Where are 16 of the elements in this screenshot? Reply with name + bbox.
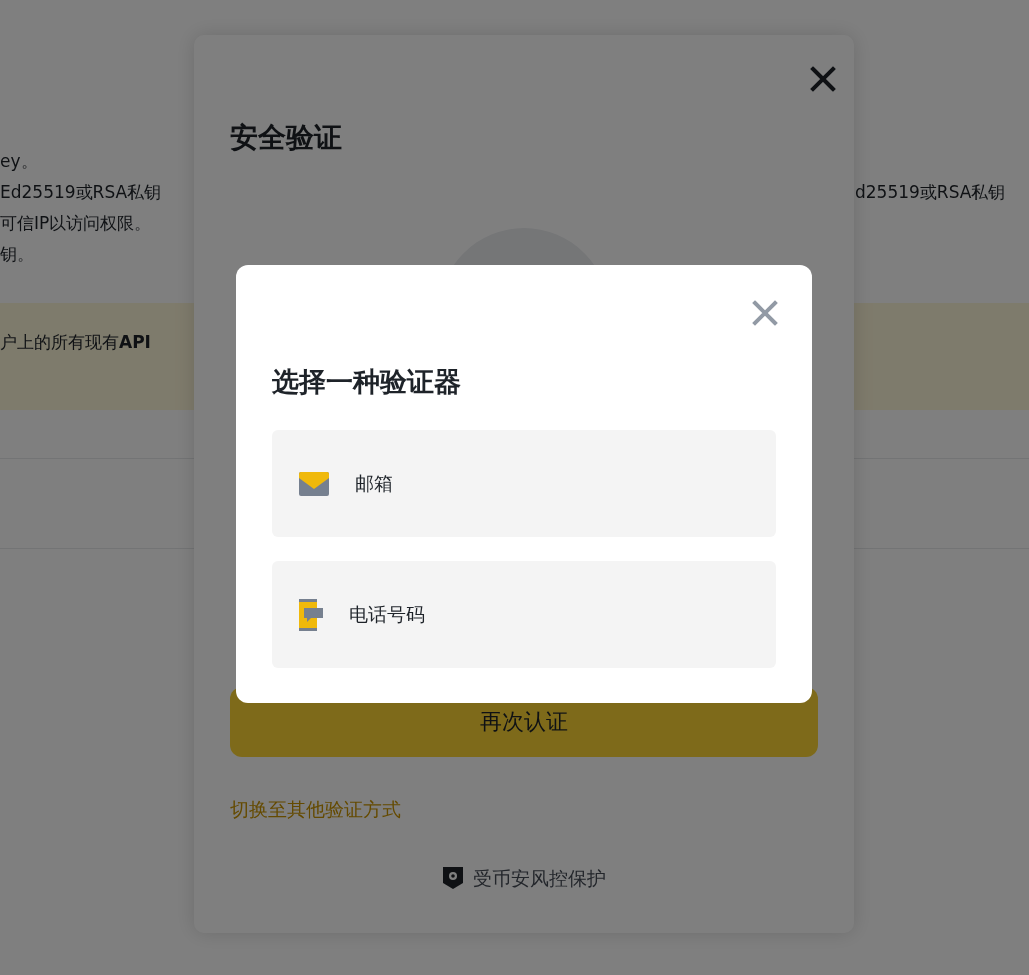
close-icon[interactable] [810,66,836,92]
dialog-title: 选择一种验证器 [272,365,462,399]
shield-icon [442,867,463,889]
authenticator-option[interactable]: 电话号码 [272,561,776,668]
description-line: Ed25519或RSA私钥 [0,181,163,204]
protection-note: 受币安风控保护 [472,866,606,891]
close-icon[interactable] [752,300,778,326]
authenticator-option[interactable]: 邮箱 [272,430,776,537]
description-line: 钥。 [0,243,35,266]
phone-chat-icon [299,598,323,631]
warning-text: 户上的所有现有API [0,331,151,354]
description-line: ey。 [0,150,39,173]
dialog-title: 安全验证 [230,120,343,156]
envelope-icon [299,471,329,496]
description-line: d25519或RSA私钥 [855,181,1007,204]
description-line: 可信IP以访问权限。 [0,212,153,235]
